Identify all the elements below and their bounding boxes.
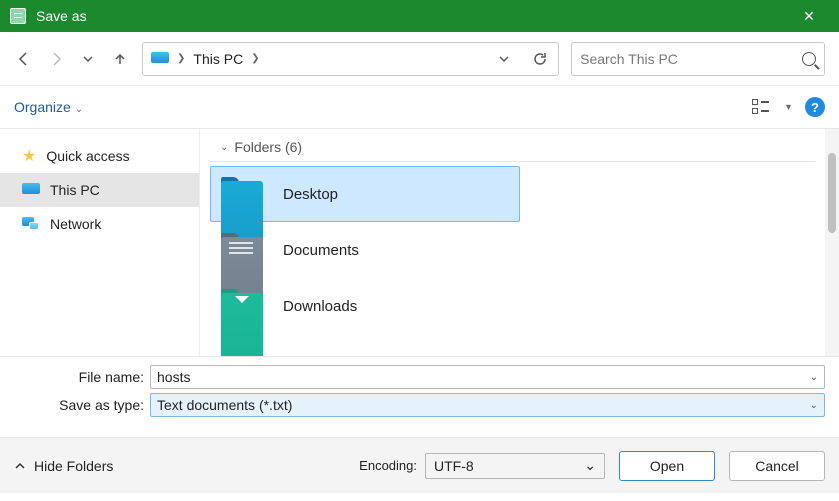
save-type-select[interactable]: Text documents (*.txt) ⌄: [150, 393, 825, 417]
sidebar: ★ Quick access This PC Network: [0, 129, 200, 356]
sidebar-item-label: Quick access: [46, 148, 129, 164]
close-icon[interactable]: ✕: [789, 8, 829, 25]
save-type-label: Save as type:: [14, 397, 144, 413]
forward-icon[interactable]: [46, 49, 66, 69]
view-dropdown-icon[interactable]: ▾: [786, 102, 791, 113]
title-bar: Save as ✕: [0, 0, 839, 32]
folder-item-desktop[interactable]: Desktop: [210, 166, 520, 222]
folder-label: Desktop: [283, 186, 338, 203]
file-name-value: hosts: [157, 369, 190, 385]
search-icon: [802, 52, 816, 66]
section-label: Folders (6): [234, 139, 302, 155]
folder-label: Documents: [283, 242, 359, 259]
folder-list: ⌄ Folders (6) Desktop Documents Download…: [200, 129, 825, 356]
save-type-value: Text documents (*.txt): [157, 397, 292, 413]
this-pc-icon: [22, 183, 40, 197]
cancel-button[interactable]: Cancel: [729, 451, 825, 481]
network-icon: [22, 217, 40, 231]
chevron-down-icon[interactable]: ⌄: [810, 400, 818, 411]
chevron-right-icon[interactable]: ❯: [177, 53, 185, 64]
file-name-input[interactable]: hosts ⌄: [150, 365, 825, 389]
back-icon[interactable]: [14, 49, 34, 69]
chevron-right-icon[interactable]: ❯: [251, 53, 259, 64]
encoding-value: UTF-8: [434, 458, 474, 474]
search-placeholder: Search This PC: [580, 51, 794, 67]
refresh-icon[interactable]: [530, 49, 550, 69]
folder-label: Downloads: [283, 298, 357, 315]
open-button[interactable]: Open: [619, 451, 715, 481]
organize-label: Organize: [14, 99, 71, 115]
window-title: Save as: [36, 8, 87, 24]
this-pc-icon: [151, 52, 169, 66]
app-icon: [10, 8, 26, 24]
scrollbar[interactable]: [825, 129, 839, 356]
scrollbar-thumb[interactable]: [828, 153, 836, 233]
breadcrumb[interactable]: This PC: [193, 51, 243, 67]
star-icon: ★: [22, 146, 36, 166]
file-fields: File name: hosts ⌄ Save as type: Text do…: [0, 356, 839, 419]
hide-folders-toggle[interactable]: Hide Folders: [14, 458, 113, 474]
recent-dropdown-icon[interactable]: [78, 49, 98, 69]
address-bar[interactable]: ❯ This PC ❯: [142, 42, 559, 76]
address-dropdown-icon[interactable]: [494, 49, 514, 69]
encoding-label: Encoding:: [359, 458, 417, 473]
sidebar-item-this-pc[interactable]: This PC: [0, 173, 199, 207]
open-button-label: Open: [650, 458, 684, 474]
folder-icon: [221, 233, 263, 267]
organize-menu[interactable]: Organize ⌄: [14, 99, 83, 115]
hide-folders-label: Hide Folders: [34, 458, 113, 474]
sidebar-item-label: Network: [50, 216, 101, 232]
chevron-down-icon: ⌄: [584, 457, 596, 474]
folder-icon: [221, 289, 263, 323]
view-options-icon[interactable]: [752, 99, 772, 115]
sidebar-item-quick-access[interactable]: ★ Quick access: [0, 139, 199, 173]
sidebar-item-network[interactable]: Network: [0, 207, 199, 241]
chevron-down-icon[interactable]: ⌄: [810, 372, 818, 383]
encoding-select[interactable]: UTF-8 ⌄: [425, 453, 605, 479]
sidebar-item-label: This PC: [50, 182, 100, 198]
dialog-footer: Hide Folders Encoding: UTF-8 ⌄ Open Canc…: [0, 437, 839, 493]
help-icon[interactable]: ?: [805, 97, 825, 117]
file-name-label: File name:: [14, 369, 144, 385]
toolbar: Organize ⌄ ▾ ?: [0, 86, 839, 129]
up-icon[interactable]: [110, 49, 130, 69]
search-box[interactable]: Search This PC: [571, 42, 825, 76]
cancel-button-label: Cancel: [755, 458, 799, 474]
nav-row: ❯ This PC ❯ Search This PC: [0, 32, 839, 86]
chevron-up-icon: [14, 460, 26, 472]
chevron-down-icon: ⌄: [220, 142, 228, 153]
folders-section-header[interactable]: ⌄ Folders (6): [210, 133, 815, 162]
folder-icon: [221, 177, 263, 211]
chevron-down-icon: ⌄: [75, 104, 83, 115]
